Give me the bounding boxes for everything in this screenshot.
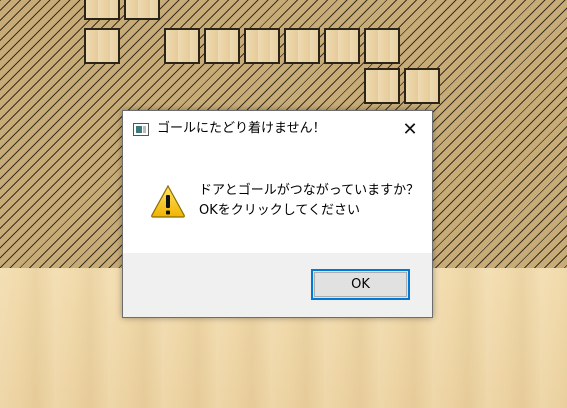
path-tile [164,28,200,64]
path-tile [124,0,160,20]
path-tile [84,28,120,64]
dialog-titlebar[interactable]: ゴールにたどり着けません！ ✕ [123,111,432,149]
path-tile [284,28,320,64]
dialog-title: ゴールにたどり着けません！ [157,121,326,136]
path-tile [84,0,120,20]
message-line-2: OKをクリックしてください [199,203,360,218]
path-tile [404,68,440,104]
dialog-footer: OK [123,253,432,317]
path-tile [324,28,360,64]
path-tile [204,28,240,64]
warning-icon [151,184,185,218]
dialog-content: ドアとゴールがつながっていますか？ OKをクリックしてください [123,149,432,253]
dialog-message: ドアとゴールがつながっていますか？ OKをクリックしてください [199,181,419,221]
path-tile [364,68,400,104]
path-tile [244,28,280,64]
path-tile [364,28,400,64]
app-window-icon [133,123,149,136]
ok-button-label: OK [351,277,370,292]
close-icon: ✕ [402,118,418,140]
ok-button[interactable]: OK [311,269,410,300]
close-button[interactable]: ✕ [388,111,432,147]
message-line-1: ドアとゴールがつながっていますか？ [199,183,420,198]
message-dialog: ゴールにたどり着けません！ ✕ ドアとゴールがつながっていますか？ OKをクリッ… [122,110,433,318]
